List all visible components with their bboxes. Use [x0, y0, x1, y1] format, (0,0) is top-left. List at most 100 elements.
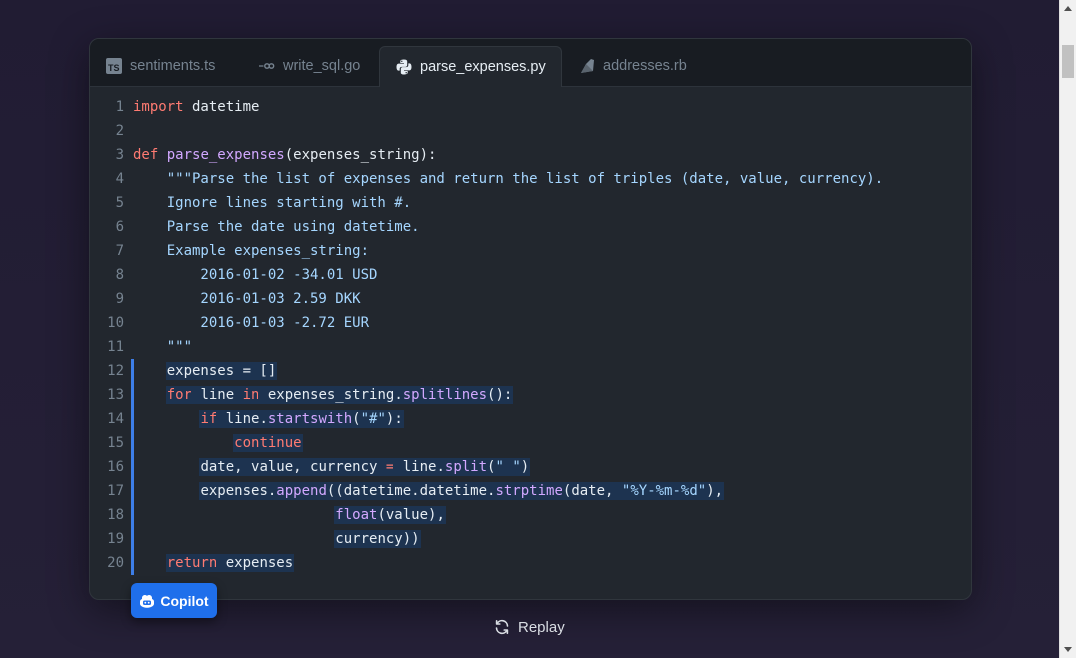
code-token: ):: [385, 411, 403, 427]
code-line: 10 2016-01-03 -2.72 EUR: [90, 311, 971, 335]
svg-text:TS: TS: [108, 63, 120, 73]
code-token: "%Y-%m-%d": [621, 483, 707, 499]
scroll-up-arrow-icon[interactable]: [1060, 0, 1076, 17]
replay-icon: [495, 619, 509, 635]
code-line: 8 2016-01-02 -34.01 USD: [90, 263, 971, 287]
code-line: 9 2016-01-03 2.59 DKK: [90, 287, 971, 311]
code-token: 2016-01-03 -2.72 EUR: [133, 315, 370, 331]
go-icon: [259, 58, 275, 74]
code-token: (: [352, 411, 361, 427]
code-token: expenses = []: [166, 363, 277, 379]
code-token: 2016-01-03 2.59 DKK: [133, 291, 361, 307]
code-text: """Parse the list of expenses and return…: [133, 167, 883, 191]
tab-write-sql-go[interactable]: write_sql.go: [259, 46, 379, 86]
code-token: append: [276, 483, 327, 499]
tab-label: parse_expenses.py: [420, 59, 546, 75]
code-token: expenses_string.: [259, 387, 403, 403]
code-token: """Parse the list of expenses and return…: [133, 171, 884, 187]
code-token: " ": [495, 459, 521, 475]
code-token: ():: [487, 387, 513, 403]
code-token: expenses.: [200, 483, 277, 499]
code-text: for line in expenses_string.splitlines()…: [133, 383, 513, 407]
code-token: expenses: [217, 555, 294, 571]
code-token: line.: [394, 459, 445, 475]
code-token: for: [166, 387, 193, 403]
tab-sentiments-ts[interactable]: TS sentiments.ts: [106, 46, 241, 86]
line-number: 6: [115, 219, 124, 235]
code-text: if line.startswith("#"):: [133, 407, 403, 431]
code-area[interactable]: 1 import datetime 2 3 def parse_expenses(exp…: [90, 95, 971, 575]
code-token: (date,: [562, 483, 622, 499]
code-line: 13 for line in expenses_string.splitline…: [90, 383, 971, 407]
typescript-icon: TS: [106, 58, 122, 74]
tab-label: addresses.rb: [603, 58, 687, 74]
replay-button[interactable]: Replay: [494, 617, 565, 637]
code-token: parse_expenses: [166, 147, 285, 163]
code-line: 11 """: [90, 335, 971, 359]
ruby-icon: [579, 58, 595, 74]
code-token: line.: [217, 411, 268, 427]
code-line: 18 float(value),: [90, 503, 971, 527]
tab-parse-expenses-py[interactable]: parse_expenses.py: [379, 46, 562, 87]
line-number: 7: [115, 243, 124, 259]
code-line: 20 return expenses: [90, 551, 971, 575]
tab-label: write_sql.go: [283, 58, 361, 74]
line-number: 3: [115, 147, 124, 163]
line-number: 1: [115, 99, 124, 115]
line-number: 18: [107, 507, 124, 523]
code-token: ): [520, 459, 530, 475]
code-token: strptime: [495, 483, 563, 499]
line-number: 5: [115, 195, 124, 211]
code-token: line: [192, 387, 243, 403]
code-line: 3 def parse_expenses(expenses_string):: [90, 143, 971, 167]
line-number: 16: [107, 459, 124, 475]
copilot-badge[interactable]: Copilot: [131, 583, 217, 618]
code-line: 19 currency)): [90, 527, 971, 551]
code-token: if: [200, 411, 218, 427]
code-line: 6 Parse the date using datetime.: [90, 215, 971, 239]
code-line: 15 continue: [90, 431, 971, 455]
code-token: return: [166, 555, 218, 571]
line-number: 17: [107, 483, 124, 499]
code-token: in: [242, 387, 260, 403]
tab-bar: TS sentiments.ts write_sql.go parse_expe…: [90, 39, 971, 87]
code-token: def: [133, 147, 159, 163]
scrollbar-thumb[interactable]: [1062, 45, 1074, 78]
line-number: 12: [107, 363, 124, 379]
code-token: ),: [706, 483, 724, 499]
code-token: date, value, currency: [200, 459, 386, 475]
code-line: 16 date, value, currency = line.split(" …: [90, 455, 971, 479]
line-number: 9: [115, 291, 124, 307]
line-number: 2: [115, 123, 124, 139]
code-text: float(value),: [133, 503, 445, 527]
line-number: 4: [115, 171, 124, 187]
code-token: split: [444, 459, 488, 475]
code-text: return expenses: [133, 551, 294, 575]
code-text: Ignore lines starting with #.: [133, 191, 411, 215]
scroll-down-arrow-icon[interactable]: [1060, 641, 1076, 658]
tab-label: sentiments.ts: [130, 58, 216, 74]
page-scrollbar[interactable]: [1059, 0, 1076, 658]
code-token: """: [133, 339, 193, 355]
code-token: Ignore lines starting with #.: [133, 195, 412, 211]
code-line: 5 Ignore lines starting with #.: [90, 191, 971, 215]
line-number: 20: [107, 555, 124, 571]
code-token: Parse the date using datetime.: [133, 219, 420, 235]
code-text: currency)): [133, 527, 420, 551]
code-token: ((datetime.datetime.: [326, 483, 496, 499]
tab-addresses-rb[interactable]: addresses.rb: [579, 46, 704, 86]
code-line: 12 expenses = []: [90, 359, 971, 383]
code-token: Example expenses_string:: [133, 243, 370, 259]
code-token: splitlines: [402, 387, 488, 403]
code-text: continue: [133, 431, 302, 455]
line-number: 8: [115, 267, 124, 283]
code-token: (expenses_string):: [284, 147, 437, 163]
code-line: 2: [90, 119, 971, 143]
line-number: 19: [107, 531, 124, 547]
code-text: 2016-01-03 -2.72 EUR: [133, 311, 369, 335]
code-text: date, value, currency = line.split(" "): [133, 455, 530, 479]
code-editor-window: TS sentiments.ts write_sql.go parse_expe…: [89, 38, 972, 600]
line-number: 15: [107, 435, 124, 451]
code-text: 2016-01-03 2.59 DKK: [133, 287, 361, 311]
